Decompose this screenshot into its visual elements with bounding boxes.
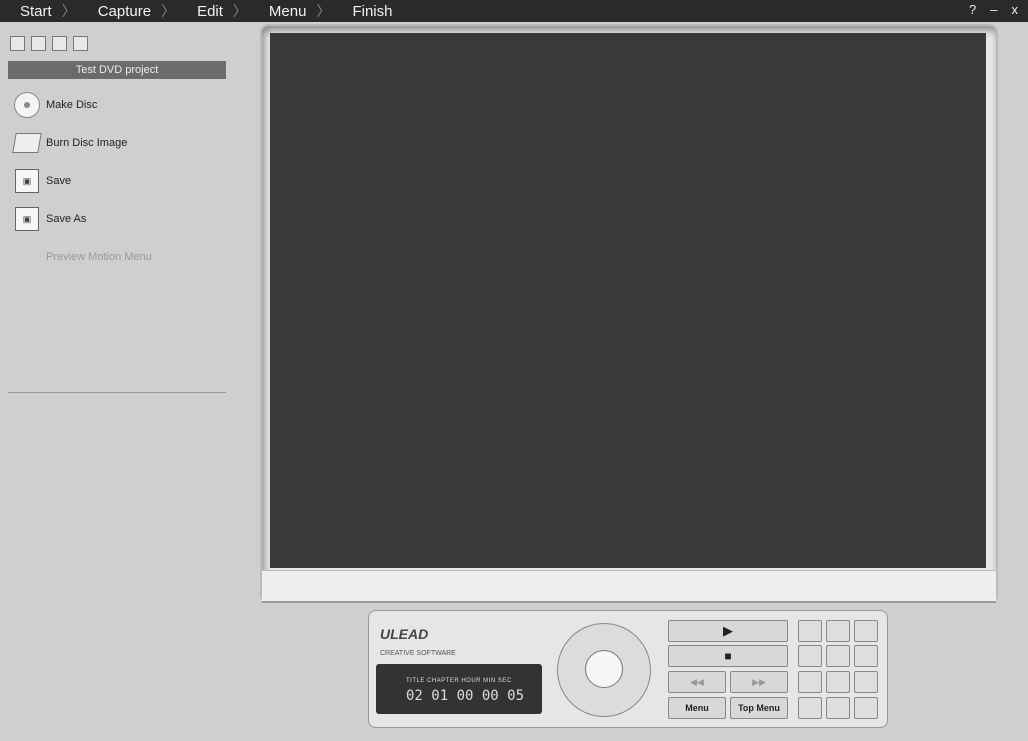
action-label: Save bbox=[46, 175, 72, 187]
top-menu-button[interactable]: Top Menu bbox=[730, 697, 788, 719]
preview-motion-menu-button[interactable]: Preview Motion Menu bbox=[14, 244, 152, 270]
nav-step-start[interactable]: Start 〉 bbox=[0, 0, 76, 22]
nav-step-label: Menu bbox=[268, 2, 307, 20]
ulead-logo: ULEAD bbox=[380, 626, 429, 642]
nav-step-label: Start bbox=[20, 2, 52, 20]
undo-icon[interactable] bbox=[52, 36, 67, 51]
keypad-button[interactable] bbox=[826, 671, 850, 693]
action-label: Preview Motion Menu bbox=[46, 251, 152, 263]
action-label: Burn Disc Image bbox=[46, 137, 128, 149]
keypad-button[interactable] bbox=[854, 697, 878, 719]
keypad-button[interactable] bbox=[798, 645, 822, 667]
chevron-right-icon: 〉 bbox=[232, 3, 247, 19]
enter-button[interactable] bbox=[585, 650, 623, 688]
keypad-button[interactable] bbox=[854, 620, 878, 642]
action-label: Make Disc bbox=[46, 99, 98, 111]
menu-button[interactable]: Menu bbox=[668, 697, 726, 719]
next-button[interactable]: ▶▶ bbox=[730, 671, 788, 693]
preview-icon bbox=[14, 244, 40, 270]
new-project-icon[interactable] bbox=[10, 36, 25, 51]
logo-tagline: CREATIVE SOFTWARE bbox=[380, 650, 456, 657]
chevron-right-icon: 〉 bbox=[61, 3, 76, 19]
redo-icon[interactable] bbox=[73, 36, 88, 51]
nav-step-finish[interactable]: Finish bbox=[330, 0, 392, 22]
keypad-button[interactable] bbox=[854, 671, 878, 693]
keypad-button[interactable] bbox=[798, 671, 822, 693]
top-nav-bar: Start 〉 Capture 〉 Edit 〉 Menu 〉 Finish ? – x bbox=[0, 0, 1028, 22]
lcd-labels: TITLE CHAPTER HOUR MIN SEC bbox=[406, 678, 512, 684]
previous-button[interactable]: ◀◀ bbox=[668, 671, 726, 693]
play-button[interactable]: ▶ bbox=[668, 620, 788, 642]
nav-step-label: Edit bbox=[197, 2, 223, 20]
help-button[interactable]: ? bbox=[969, 2, 976, 17]
disc-icon bbox=[14, 92, 40, 118]
floppy-icon: ▣ bbox=[14, 168, 40, 194]
toolbar-mini-icons bbox=[10, 36, 88, 51]
keypad-button[interactable] bbox=[798, 620, 822, 642]
nav-step-capture[interactable]: Capture 〉 bbox=[76, 0, 175, 22]
chevron-right-icon: 〉 bbox=[316, 3, 331, 19]
lcd-display: TITLE CHAPTER HOUR MIN SEC 02 01 00 00 0… bbox=[376, 664, 542, 714]
nav-step-menu[interactable]: Menu 〉 bbox=[247, 0, 331, 22]
close-button[interactable]: x bbox=[1012, 2, 1019, 17]
nav-step-label: Finish bbox=[352, 2, 393, 20]
preview-screen[interactable] bbox=[270, 33, 986, 568]
save-button[interactable]: ▣ Save bbox=[14, 168, 71, 194]
nav-step-label: Capture bbox=[97, 2, 152, 20]
keypad-button[interactable] bbox=[798, 697, 822, 719]
keypad-button[interactable] bbox=[826, 645, 850, 667]
lcd-timecode: 02 01 00 00 05 bbox=[406, 688, 525, 704]
burn-disc-image-button[interactable]: Burn Disc Image bbox=[12, 130, 128, 156]
make-disc-button[interactable]: Make Disc bbox=[14, 92, 97, 118]
window-controls: ? – x bbox=[969, 2, 1018, 17]
floppy-icon: ▣ bbox=[14, 206, 40, 232]
keypad-button[interactable] bbox=[826, 620, 850, 642]
finish-panel: Test DVD project Make Disc Burn Disc Ima… bbox=[0, 22, 240, 741]
keypad-button[interactable] bbox=[826, 697, 850, 719]
monitor-base bbox=[262, 570, 996, 603]
minimize-button[interactable]: – bbox=[990, 2, 997, 17]
folder-icon bbox=[12, 130, 42, 156]
chevron-right-icon: 〉 bbox=[161, 3, 176, 19]
keypad-button[interactable] bbox=[854, 645, 878, 667]
stop-button[interactable]: ■ bbox=[668, 645, 788, 667]
save-as-button[interactable]: ▣ Save As bbox=[14, 206, 86, 232]
open-project-icon[interactable] bbox=[31, 36, 46, 51]
nav-step-edit[interactable]: Edit 〉 bbox=[175, 0, 247, 22]
project-name-bar: Test DVD project bbox=[8, 61, 226, 79]
action-label: Save As bbox=[46, 213, 87, 225]
panel-divider bbox=[8, 392, 226, 393]
